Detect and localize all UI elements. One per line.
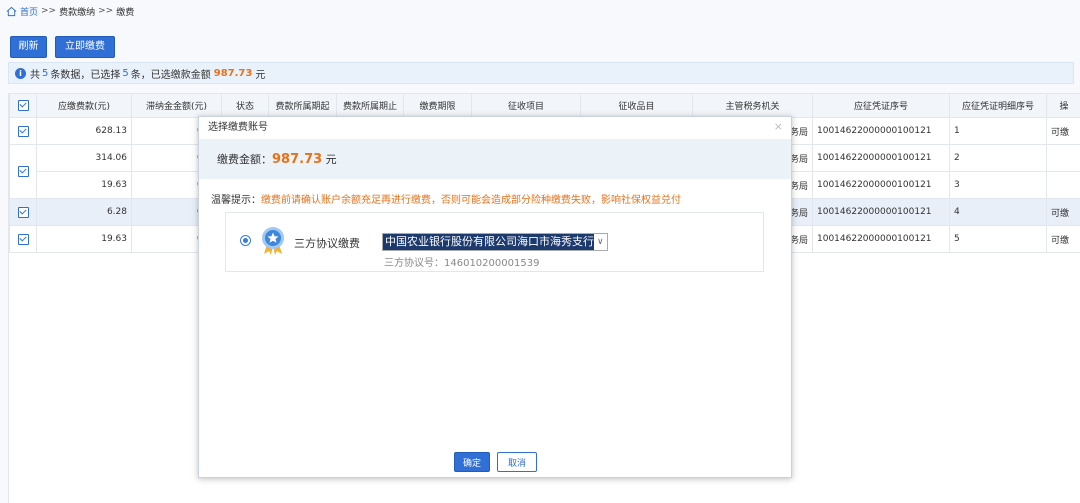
column-header: 征收项目 — [471, 93, 581, 118]
cell-op[interactable] — [1046, 171, 1080, 199]
checkbox-checked-icon — [17, 206, 29, 218]
cell-detail-seq: 5 — [949, 225, 1047, 253]
cell-voucher: 10014622000000100121 — [812, 198, 950, 226]
column-header: 操 — [1046, 93, 1080, 118]
breadcrumb-level2: 费款缴纳 — [59, 7, 96, 18]
agreement-value: 146010200001539 — [444, 258, 540, 269]
tip-label: 温馨提示： — [211, 195, 261, 206]
refresh-button[interactable]: 刷新 — [10, 36, 47, 58]
cell-amount: 314.06 — [36, 144, 132, 172]
cell-detail-seq: 4 — [949, 198, 1047, 226]
breadcrumb-home[interactable]: 首页 — [20, 5, 38, 18]
cell-detail-seq: 2 — [949, 144, 1047, 172]
dialog-title: 选择缴费账号 — [208, 122, 268, 133]
summary-prefix: 共 — [30, 69, 40, 81]
row-checkbox[interactable] — [9, 117, 37, 145]
select-all-checkbox[interactable] — [9, 93, 37, 118]
cell-amount: 19.63 — [36, 171, 132, 199]
column-header: 应缴费款(元) — [36, 93, 132, 118]
selected-count: 5 — [122, 67, 129, 79]
cell-amount: 628.13 — [36, 117, 132, 145]
selection-summary: i 共 5 条数据，已选择 5 条，已选缴款金额 987.73 元 — [8, 62, 1074, 84]
checkbox-checked-icon — [17, 125, 29, 137]
cell-voucher: 10014622000000100121 — [812, 225, 950, 253]
table-header-row: 应缴费款(元) 滞纳金金额(元) 状态 费款所属期起 费款所属期止 缴费期限 征… — [9, 93, 1080, 118]
info-icon: i — [15, 67, 26, 79]
breadcrumb: 首页 >> 费款缴纳 >> 缴费 — [6, 4, 134, 18]
medal-badge-icon — [262, 227, 284, 255]
payment-amount: 缴费金额：987.73 元 — [217, 151, 337, 167]
cell-voucher: 10014622000000100121 — [812, 117, 950, 145]
column-header: 缴费期限 — [403, 93, 472, 118]
home-icon — [6, 6, 17, 16]
cell-amount: 19.63 — [36, 225, 132, 253]
summary-text: 条，已选缴款金额 — [130, 69, 211, 81]
total-count: 5 — [42, 67, 49, 79]
pay-now-button[interactable]: 立即缴费 — [55, 36, 115, 58]
cell-detail-seq: 3 — [949, 171, 1047, 199]
close-icon[interactable]: × — [774, 120, 783, 133]
cancel-button[interactable]: 取消 — [497, 452, 537, 472]
confirm-button[interactable]: 确定 — [454, 452, 490, 472]
checkbox-checked-icon — [17, 233, 29, 245]
cell-op[interactable]: 可缴 — [1046, 198, 1080, 226]
cell-amount: 6.28 — [36, 198, 132, 226]
amount-unit: 元 — [325, 153, 337, 166]
selected-bank: 中国农业银行股份有限公司海口市海秀支行 — [383, 234, 594, 250]
selected-amount: 987.73 — [213, 67, 253, 79]
select-payment-account-dialog: 选择缴费账号 × 缴费金额：987.73 元 温馨提示：缴费前请确认账户余额充足… — [198, 116, 792, 478]
cell-voucher: 10014622000000100121 — [812, 171, 950, 199]
agreement-label: 三方协议号： — [384, 258, 444, 269]
column-header: 主管税务机关 — [692, 93, 813, 118]
cell-voucher: 10014622000000100121 — [812, 144, 950, 172]
amount-label: 缴费金额： — [217, 153, 272, 166]
row-checkbox[interactable] — [9, 144, 37, 199]
checkbox-checked-icon — [17, 100, 29, 111]
summary-unit: 元 — [255, 69, 266, 81]
cell-detail-seq: 1 — [949, 117, 1047, 145]
amount-value: 987.73 — [272, 152, 323, 167]
row-checkbox[interactable] — [9, 225, 37, 253]
breadcrumb-separator: >> — [41, 6, 57, 16]
row-checkbox[interactable] — [9, 198, 37, 226]
option-label: 三方协议缴费 — [294, 237, 360, 250]
payment-option-box: 三方协议缴费 中国农业银行股份有限公司海口市海秀支行 ∨ 三方协议号：14601… — [225, 212, 764, 272]
chevron-down-icon: ∨ — [597, 237, 604, 247]
column-header: 应征凭证明细序号 — [949, 93, 1047, 118]
column-header: 费款所属期止 — [336, 93, 404, 118]
amount-band: 缴费金额：987.73 元 — [199, 139, 791, 179]
column-header: 费款所属期起 — [268, 93, 337, 118]
breadcrumb-separator: >> — [98, 6, 114, 16]
cell-op[interactable]: 可缴 — [1046, 117, 1080, 145]
cell-op[interactable] — [1046, 144, 1080, 172]
option-radio[interactable] — [240, 235, 251, 246]
column-header: 状态 — [221, 93, 269, 118]
tip-text: 缴费前请确认账户余额充足再进行缴费，否则可能会造成部分险种缴费失败，影响社保权益… — [261, 195, 681, 206]
column-header: 征收品目 — [580, 93, 693, 118]
agreement-number: 三方协议号：146010200001539 — [384, 254, 539, 269]
cell-op[interactable]: 可缴 — [1046, 225, 1080, 253]
checkbox-checked-icon — [17, 166, 29, 177]
column-header: 滞纳金金额(元) — [131, 93, 222, 118]
bank-account-select[interactable]: 中国农业银行股份有限公司海口市海秀支行 ∨ — [382, 233, 608, 251]
breadcrumb-current: 缴费 — [116, 7, 135, 18]
summary-text: 条数据，已选择 — [50, 69, 121, 81]
warm-tip: 温馨提示：缴费前请确认账户余额充足再进行缴费，否则可能会造成部分险种缴费失败，影… — [211, 191, 681, 206]
column-header: 应征凭证序号 — [812, 93, 950, 118]
